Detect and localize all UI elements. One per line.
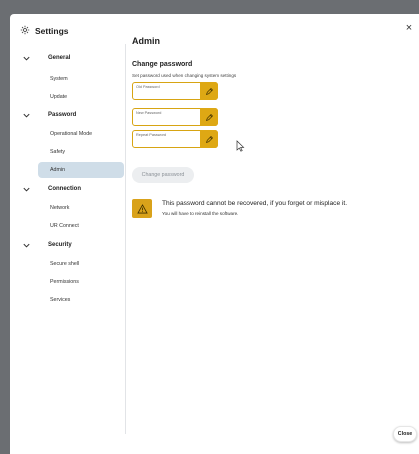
sidebar-item-secure-shell[interactable]: Secure shell xyxy=(38,256,124,272)
sidebar-item-permissions[interactable]: Permissions xyxy=(38,274,124,290)
sidebar-item-safety[interactable]: Safety xyxy=(38,144,124,160)
close-icon[interactable]: × xyxy=(403,22,415,34)
pencil-icon[interactable] xyxy=(200,108,218,126)
field-label: New Password xyxy=(136,111,162,115)
dialog-title: Settings xyxy=(35,26,69,36)
new-password-input[interactable] xyxy=(135,117,199,125)
sidebar-item-admin[interactable]: Admin xyxy=(38,162,124,178)
nav-group-label: Security xyxy=(48,242,72,248)
chevron-down-icon xyxy=(23,243,30,248)
warning-submessage: You will have to reinstall the software. xyxy=(162,211,239,216)
sidebar-item-ur-connect[interactable]: UR Connect xyxy=(38,218,124,234)
field-label: Repeat Password xyxy=(136,133,166,137)
page-title: Admin xyxy=(132,36,160,46)
nav-group-security[interactable]: Security xyxy=(22,238,72,252)
sidebar-item-services[interactable]: Services xyxy=(38,292,124,308)
repeat-password-field[interactable]: Repeat Password xyxy=(132,130,218,148)
chevron-down-icon xyxy=(23,56,30,61)
nav-group-password[interactable]: Password xyxy=(22,108,76,122)
mouse-cursor-icon xyxy=(236,140,245,152)
sidebar-item-network[interactable]: Network xyxy=(38,200,124,216)
sidebar-item-system[interactable]: System xyxy=(38,71,124,87)
section-description: Set password used when changing system s… xyxy=(132,73,237,78)
nav-group-label: Connection xyxy=(48,186,81,192)
repeat-password-input[interactable] xyxy=(135,139,199,147)
nav-group-label: General xyxy=(48,55,71,61)
warning-triangle-icon xyxy=(132,199,152,218)
pencil-icon[interactable] xyxy=(200,130,218,148)
dialog-header: Settings xyxy=(20,24,69,38)
gear-icon xyxy=(20,25,30,37)
chevron-down-icon xyxy=(23,187,30,192)
old-password-field[interactable]: Old Password xyxy=(132,82,218,100)
sidebar-item-operational-mode[interactable]: Operational Mode xyxy=(38,126,124,142)
nav-group-connection[interactable]: Connection xyxy=(22,182,81,196)
section-title: Change password xyxy=(132,61,193,68)
nav-group-general[interactable]: General xyxy=(22,51,70,65)
old-password-input[interactable] xyxy=(135,91,199,99)
pencil-icon[interactable] xyxy=(200,82,218,100)
field-label: Old Password xyxy=(136,85,160,89)
new-password-field[interactable]: New Password xyxy=(132,108,218,126)
change-password-button[interactable]: Change password xyxy=(132,167,194,183)
settings-dialog: Settings × General System Update Passwor… xyxy=(10,14,419,454)
warning-message: This password cannot be recovered, if yo… xyxy=(162,200,348,207)
close-button[interactable]: Close xyxy=(393,426,417,442)
nav-group-label: Password xyxy=(48,112,77,118)
sidebar-nav: General System Update Password Operation… xyxy=(16,44,126,434)
sidebar-item-update[interactable]: Update xyxy=(38,89,124,105)
chevron-down-icon xyxy=(23,113,30,118)
